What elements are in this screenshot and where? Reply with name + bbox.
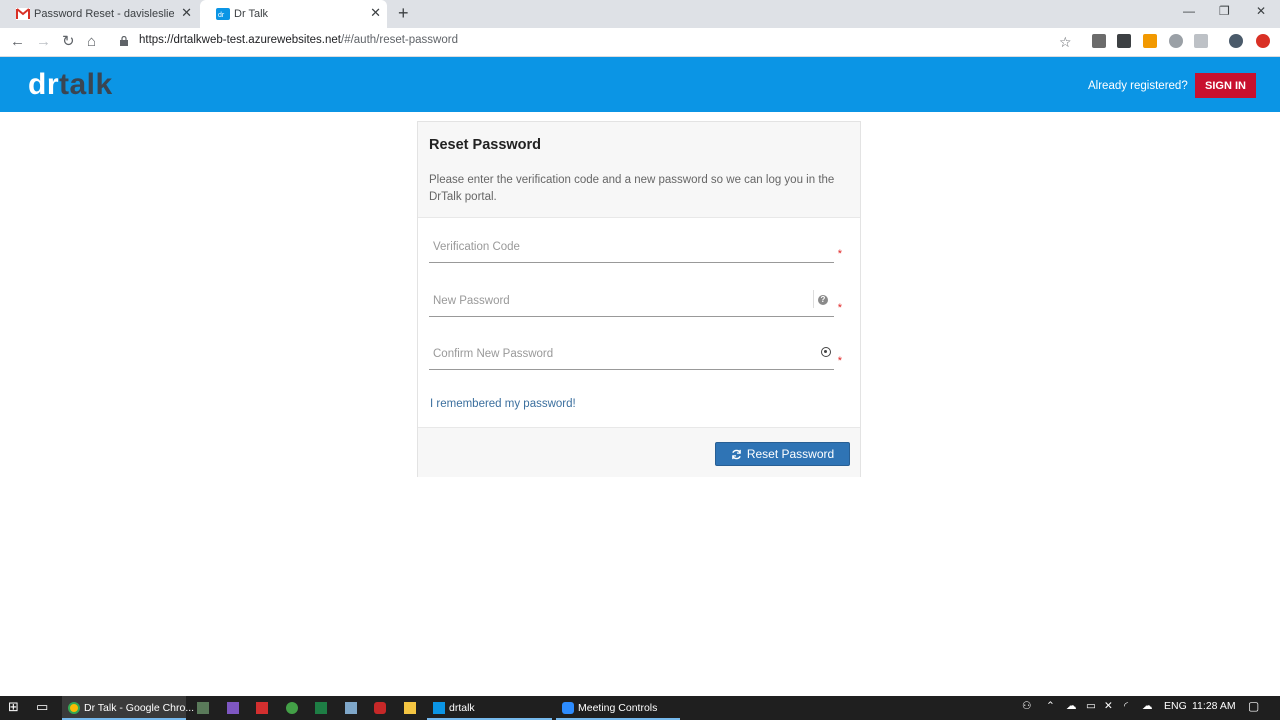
zoom-icon — [562, 702, 574, 714]
close-tab-icon[interactable]: ✕ — [181, 6, 192, 20]
lock-icon — [120, 36, 128, 46]
drtalk-icon — [433, 702, 445, 714]
excel-icon[interactable] — [315, 702, 327, 714]
brave-icon[interactable] — [374, 702, 386, 714]
tool-icon[interactable] — [197, 702, 209, 714]
new-password-field: ? * — [429, 288, 842, 317]
tab-dr-talk[interactable]: dr Dr Talk ✕ — [200, 0, 387, 28]
tab-title: Password Reset - davisleslie526@ — [34, 8, 174, 20]
page-title: Reset Password — [429, 137, 542, 153]
taskbar-label: Meeting Controls — [578, 702, 658, 714]
app-header: drtalk Already registered? SIGN IN — [0, 57, 1280, 112]
new-tab-icon[interactable]: + — [398, 3, 409, 24]
profile-avatar-icon[interactable] — [1229, 34, 1243, 48]
volume-muted-icon[interactable]: ✕ — [1104, 700, 1113, 712]
drtalk-favicon-icon: dr — [216, 8, 230, 20]
required-mark: * — [837, 248, 842, 260]
taskbar-drtalk-button[interactable]: drtalk — [427, 696, 552, 720]
drtalk-logo: drtalk — [28, 70, 113, 100]
verification-code-field: * — [429, 234, 842, 263]
taskbar-label: drtalk — [449, 702, 475, 714]
green-app-icon[interactable] — [286, 702, 298, 714]
update-icon[interactable] — [1256, 34, 1270, 48]
forward-icon[interactable]: → — [36, 33, 51, 51]
extension-icon[interactable] — [1092, 34, 1106, 48]
close-window-icon[interactable]: ✕ — [1256, 4, 1266, 18]
taskbar-meeting-controls-button[interactable]: Meeting Controls — [556, 696, 680, 720]
visual-studio-icon[interactable] — [227, 702, 239, 714]
gmail-icon — [16, 8, 30, 20]
browser-toolbar: ← → ↻ ⌂ https://drtalkweb-test.azurewebs… — [0, 28, 1280, 57]
clock[interactable]: 11:28 AM — [1192, 700, 1236, 712]
verification-code-input[interactable] — [429, 234, 805, 260]
svg-text:dr: dr — [218, 12, 225, 19]
refresh-icon — [731, 449, 741, 459]
close-tab-icon[interactable]: ✕ — [370, 6, 381, 20]
chrome-icon — [68, 702, 80, 714]
extension-icon[interactable] — [1194, 34, 1208, 48]
extension-icon[interactable] — [1169, 34, 1183, 48]
filezilla-icon[interactable] — [256, 702, 268, 714]
confirm-password-input[interactable] — [429, 341, 805, 367]
tab-title: Dr Talk — [234, 8, 269, 20]
card-header: Reset Password Please enter the verifica… — [418, 122, 860, 218]
battery-icon[interactable]: ▭ — [1086, 700, 1096, 712]
url-path: /#/auth/reset-password — [341, 34, 458, 46]
url-host: https://drtalkweb-test.azurewebsites.net — [139, 34, 341, 46]
address-bar[interactable]: https://drtalkweb-test.azurewebsites.net… — [139, 34, 458, 46]
extension-icon[interactable] — [1117, 34, 1131, 48]
action-center-icon[interactable]: ▢ — [1248, 699, 1259, 713]
required-mark: * — [837, 302, 842, 314]
help-icon[interactable]: ? — [818, 295, 828, 305]
already-registered-text: Already registered? — [1088, 80, 1188, 92]
onedrive-icon[interactable]: ☁ — [1066, 700, 1077, 712]
file-explorer-icon[interactable] — [404, 702, 416, 714]
windows-taskbar: ⊞ ▭ Dr Talk - Google Chro... drtalk Meet… — [0, 696, 1280, 720]
remembered-password-link[interactable]: I remembered my password! — [430, 398, 576, 410]
show-hidden-icons-chevron-icon[interactable]: ⌃ — [1046, 700, 1055, 712]
cloud-icon[interactable]: ☁ — [1142, 700, 1153, 712]
show-password-icon[interactable] — [821, 347, 831, 357]
card-description: Please enter the verification code and a… — [429, 174, 835, 203]
minimize-icon[interactable]: — — [1183, 4, 1195, 18]
restore-icon[interactable]: ❐ — [1219, 4, 1230, 18]
windows-start-icon[interactable]: ⊞ — [8, 699, 19, 715]
task-view-icon[interactable]: ▭ — [36, 699, 48, 715]
logo-talk: talk — [59, 68, 113, 101]
reload-icon[interactable]: ↻ — [62, 33, 75, 51]
reset-password-card: Reset Password Please enter the verifica… — [417, 121, 861, 477]
confirm-password-field: * — [429, 341, 842, 370]
new-password-input[interactable] — [429, 288, 805, 314]
taskbar-label: Dr Talk - Google Chro... — [84, 702, 195, 714]
notes-icon[interactable] — [345, 702, 357, 714]
logo-dr: dr — [28, 68, 59, 101]
back-icon[interactable]: ← — [10, 33, 25, 51]
people-icon[interactable]: ⚇ — [1022, 700, 1031, 712]
taskbar-chrome-button[interactable]: Dr Talk - Google Chro... — [62, 696, 194, 720]
extension-icon[interactable] — [1143, 34, 1157, 48]
browser-tab-strip: Password Reset - davisleslie526@ ✕ dr Dr… — [0, 0, 1280, 28]
language-indicator[interactable]: ENG — [1164, 700, 1187, 712]
field-divider — [813, 290, 814, 308]
sign-in-button[interactable]: SIGN IN — [1195, 73, 1256, 98]
tab-password-reset[interactable]: Password Reset - davisleslie526@ ✕ — [0, 0, 198, 28]
required-mark: * — [837, 355, 842, 367]
bookmark-star-icon[interactable]: ☆ — [1059, 33, 1072, 51]
home-icon[interactable]: ⌂ — [87, 33, 96, 51]
reset-password-label: Reset Password — [746, 447, 835, 461]
wifi-icon[interactable]: ◜ — [1124, 700, 1128, 712]
reset-password-button[interactable]: Reset Password — [715, 442, 850, 466]
card-footer: Reset Password — [418, 427, 860, 477]
